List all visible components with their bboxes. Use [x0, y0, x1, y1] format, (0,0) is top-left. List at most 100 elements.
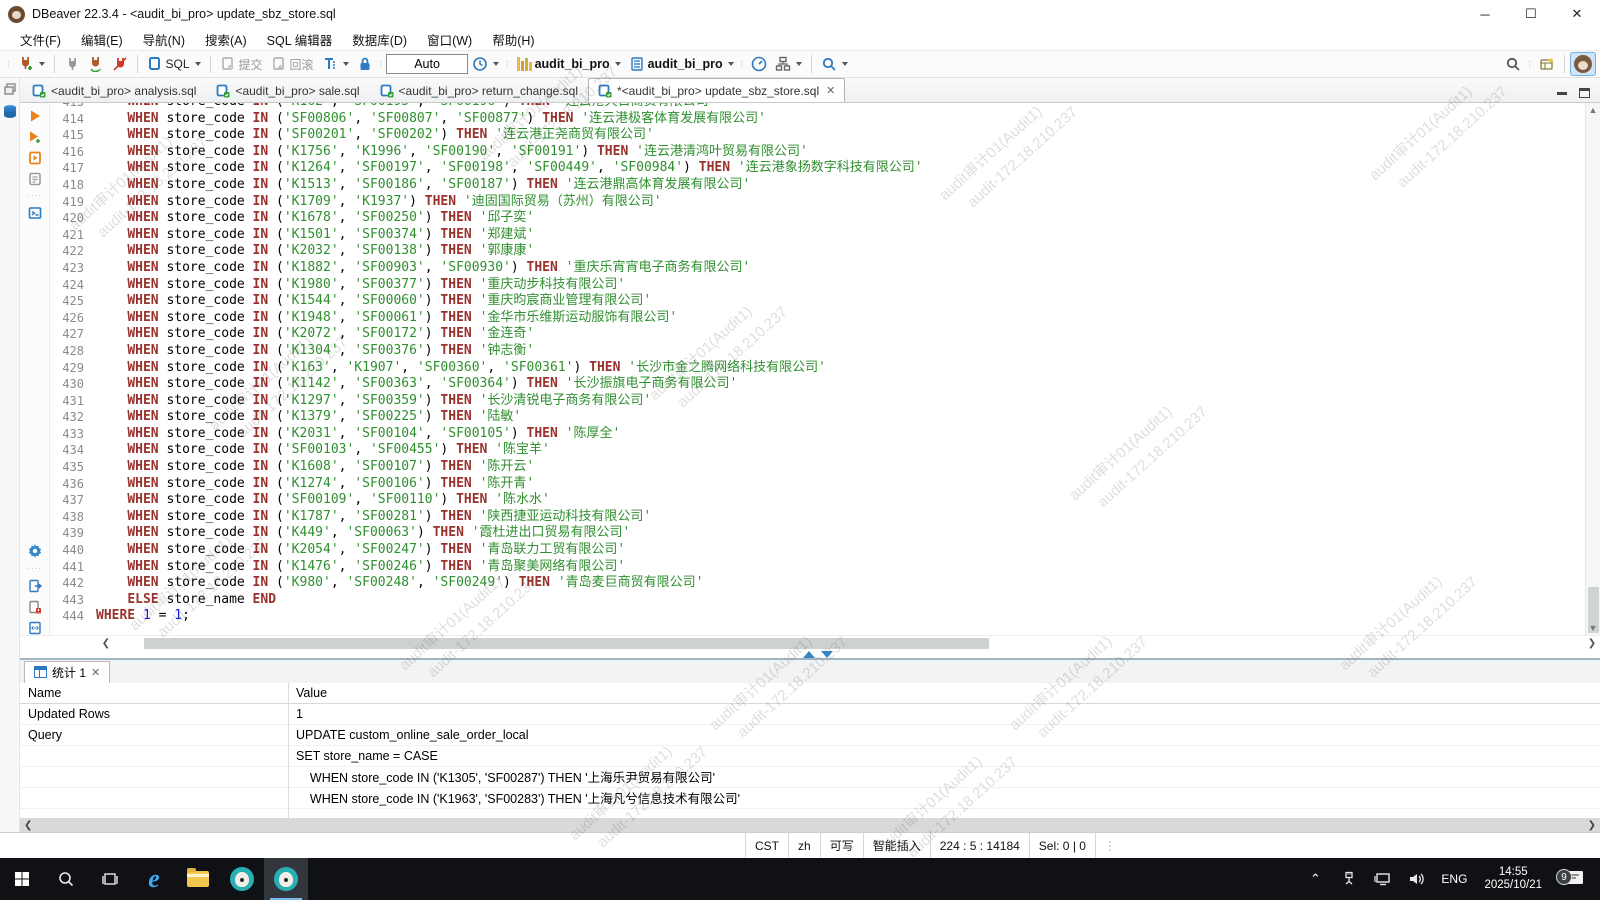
line-number: 435 [50, 459, 96, 476]
scroll-right-arrow[interactable]: ❯ [1588, 820, 1596, 831]
line-number: 413 [50, 103, 96, 111]
editor-tab-3[interactable]: *<audit_bi_pro> update_sbz_store.sql✕ [588, 78, 845, 102]
sql-console-icon[interactable] [28, 206, 42, 220]
start-button[interactable] [0, 858, 44, 900]
taskbar-search-button[interactable] [44, 858, 88, 900]
dashboard-button[interactable] [747, 54, 771, 74]
validation-warning-icon[interactable] [28, 600, 42, 614]
result-row-2[interactable]: SET store_name = CASE [20, 746, 1600, 767]
line-number: 418 [50, 177, 96, 194]
status-cell-1[interactable]: zh [789, 833, 821, 858]
editor-tab-1[interactable]: <audit_bi_pro> sale.sql [206, 78, 369, 102]
autocommit-lock-button[interactable] [353, 54, 377, 74]
explain-plan-icon[interactable] [28, 172, 42, 186]
panel-splitter[interactable] [20, 651, 1600, 660]
result-row-1[interactable]: QueryUPDATE custom_online_sale_order_loc… [20, 725, 1600, 746]
usb-device-icon[interactable] [1334, 871, 1364, 887]
scroll-left-arrow[interactable]: ❮ [24, 820, 32, 831]
editor-tab-2[interactable]: <audit_bi_pro> return_change.sql [370, 78, 588, 102]
database-selector[interactable]: audit_bi_pro [625, 54, 738, 74]
toolbar-grip: ⁞ [7, 59, 11, 69]
maximize-view-icon[interactable] [1579, 88, 1590, 98]
status-cell-3[interactable]: 智能插入 [864, 833, 931, 858]
menu-item-5[interactable]: 数据库(D) [342, 28, 417, 51]
rollback-button[interactable]: 回滚 [267, 54, 318, 75]
menu-item-1[interactable]: 编辑(E) [71, 28, 133, 51]
reconnect-button[interactable] [84, 54, 108, 74]
scroll-down-arrow[interactable]: ▼ [1586, 623, 1600, 633]
column-header-name[interactable]: Name [20, 686, 288, 700]
close-icon[interactable]: ✕ [826, 84, 835, 97]
line-number: 443 [50, 592, 96, 609]
diagram-button[interactable] [771, 54, 806, 74]
horizontal-scroll-thumb[interactable] [144, 638, 989, 649]
code-line-436: 436 WHEN store_code IN ('K1274', 'SF0010… [50, 476, 1585, 493]
script-source-icon[interactable] [28, 621, 42, 635]
export-result-icon[interactable] [28, 579, 42, 593]
close-icon[interactable]: ✕ [91, 666, 100, 679]
file-explorer-button[interactable] [176, 858, 220, 900]
dbeaver-running-button[interactable] [264, 858, 308, 900]
disconnect-gray-button[interactable] [60, 54, 84, 74]
execute-new-tab-icon[interactable] [28, 130, 42, 144]
statistics-tab[interactable]: 统计 1 ✕ [24, 661, 110, 683]
sql-code-editor[interactable]: 413 WHEN store_code IN ('K162', 'SF00195… [50, 103, 1585, 635]
input-language-indicator[interactable]: ENG [1436, 872, 1472, 886]
database-navigator-icon[interactable] [2, 104, 18, 120]
perspective-button[interactable] [1535, 54, 1559, 74]
menu-item-4[interactable]: SQL 编辑器 [257, 28, 343, 51]
execute-script-icon[interactable] [28, 151, 42, 165]
toolbar-search-button[interactable] [817, 54, 852, 74]
restore-panel-icon[interactable] [3, 82, 17, 96]
splitter-up-icon[interactable] [803, 651, 815, 658]
quick-search-button[interactable] [1501, 54, 1525, 74]
results-horizontal-scrollbar[interactable]: ❮ ❯ [20, 818, 1600, 832]
splitter-down-icon[interactable] [821, 651, 833, 658]
network-icon[interactable] [1368, 871, 1398, 887]
scroll-right-arrow[interactable]: ❯ [1584, 638, 1600, 649]
minimize-view-icon[interactable] [1557, 92, 1567, 95]
menu-item-7[interactable]: 帮助(H) [482, 28, 544, 51]
close-button[interactable]: ✕ [1554, 0, 1600, 28]
result-row-4[interactable]: WHEN store_code IN ('K1963', 'SF00283') … [20, 788, 1600, 809]
status-cell-0[interactable]: CST [746, 833, 789, 858]
menu-item-6[interactable]: 窗口(W) [417, 28, 482, 51]
status-cell-2[interactable]: 可写 [821, 833, 864, 858]
commit-button[interactable]: 提交 [216, 54, 267, 75]
editor-horizontal-scrollbar[interactable]: ❮ ❯ [20, 635, 1600, 651]
sql-editor-button[interactable]: SQL [143, 54, 205, 74]
taskbar-clock[interactable]: 14:55 2025/10/21 [1476, 866, 1550, 892]
task-view-button[interactable] [88, 858, 132, 900]
dbeaver-pinned-button[interactable] [220, 858, 264, 900]
status-cell-4[interactable]: 224 : 5 : 14184 [931, 833, 1030, 858]
tray-expand-chevron[interactable]: ⌃ [1300, 871, 1330, 887]
autocommit-mode-combo[interactable]: Auto [386, 54, 468, 74]
transaction-log-button[interactable] [318, 54, 353, 74]
disconnect-button[interactable] [108, 54, 132, 74]
maximize-button[interactable]: ☐ [1508, 0, 1554, 28]
editor-tab-0[interactable]: <audit_bi_pro> analysis.sql [22, 78, 206, 102]
volume-icon[interactable] [1402, 871, 1432, 887]
column-header-value[interactable]: Value [288, 686, 327, 700]
code-line-420: 420 WHEN store_code IN ('K1678', 'SF0025… [50, 210, 1585, 227]
editor-vertical-scrollbar[interactable]: ▲ ▼ [1585, 103, 1600, 635]
separator-dots: ···· [27, 566, 42, 572]
user-profile-button[interactable] [1570, 52, 1596, 76]
minimize-button[interactable]: ─ [1462, 0, 1508, 28]
execute-statement-icon[interactable] [28, 109, 42, 123]
result-row-3[interactable]: WHEN store_code IN ('K1305', 'SF00287') … [20, 767, 1600, 788]
new-connection-button[interactable] [14, 54, 49, 74]
chevron-down-icon [842, 62, 848, 66]
status-cell-5[interactable]: Sel: 0 | 0 [1030, 833, 1096, 858]
scroll-left-arrow[interactable]: ❮ [98, 638, 114, 649]
scroll-up-arrow[interactable]: ▲ [1586, 105, 1600, 115]
menu-item-0[interactable]: 文件(F) [10, 28, 71, 51]
internet-explorer-button[interactable]: e [132, 858, 176, 900]
connection-selector[interactable]: audit_bi_pro [513, 55, 625, 73]
action-center-button[interactable]: 9 [1554, 869, 1594, 889]
menu-item-3[interactable]: 搜索(A) [195, 28, 257, 51]
settings-gear-icon[interactable] [27, 543, 43, 559]
result-row-0[interactable]: Updated Rows1 [20, 704, 1600, 725]
menu-item-2[interactable]: 导航(N) [133, 28, 195, 51]
transaction-timeout-button[interactable] [468, 54, 503, 74]
